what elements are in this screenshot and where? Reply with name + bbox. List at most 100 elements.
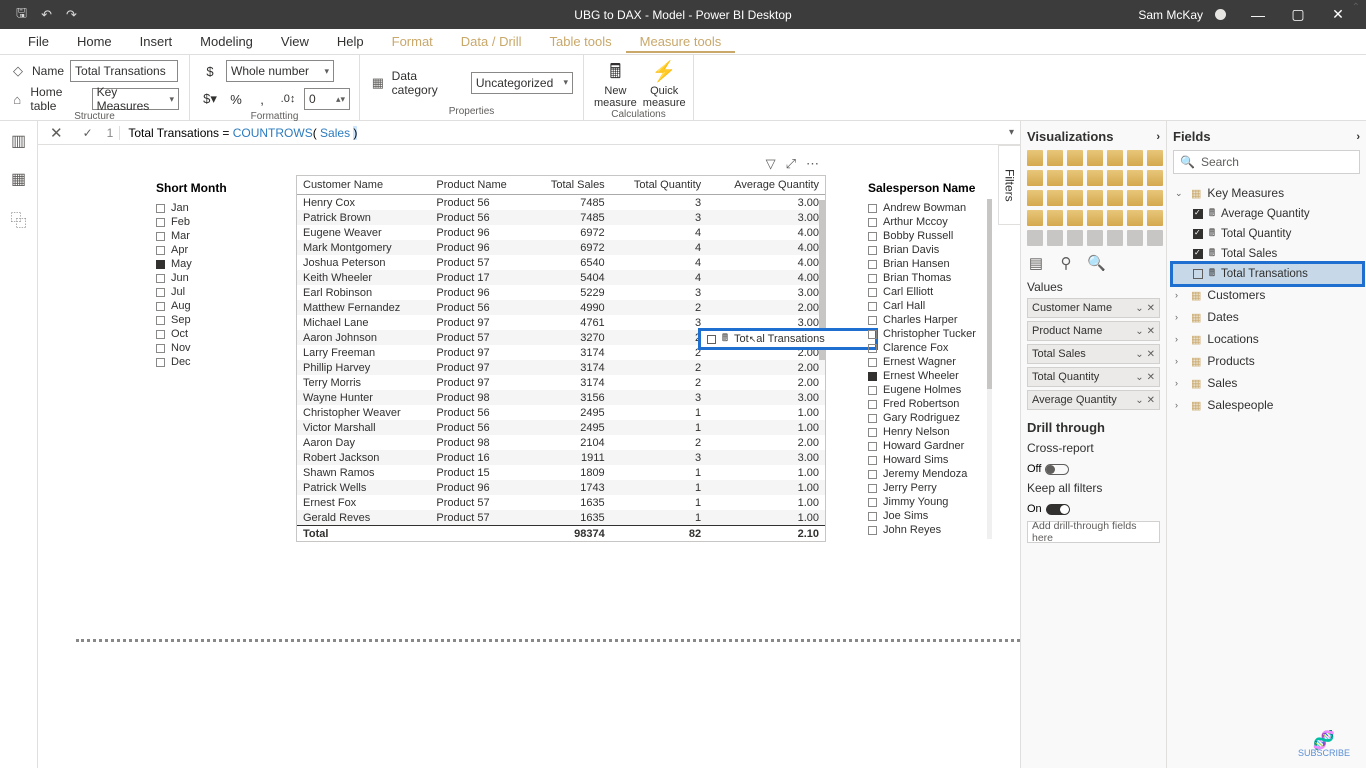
menu-view[interactable]: View [267, 30, 323, 53]
month-option[interactable]: Oct [156, 327, 227, 341]
collapse-icon[interactable]: › [1156, 131, 1160, 143]
salesperson-option[interactable]: Andrew Bowman [868, 201, 976, 215]
visual-type-icon[interactable] [1127, 170, 1143, 186]
salesperson-option[interactable]: Joe Sims [868, 509, 976, 523]
visual-type-icon[interactable] [1047, 170, 1063, 186]
month-option[interactable]: May [156, 257, 227, 271]
month-option[interactable]: Apr [156, 243, 227, 257]
remove-icon[interactable]: ✕ [1147, 303, 1155, 314]
salesperson-option[interactable]: Jimmy Young [868, 495, 976, 509]
month-option[interactable]: Jan [156, 201, 227, 215]
remove-icon[interactable]: ✕ [1147, 349, 1155, 360]
decimals-input[interactable]: 0▴▾ [304, 88, 350, 110]
checkbox-icon[interactable] [1193, 249, 1203, 259]
table-row[interactable]: Matthew FernandezProduct 56499022.00 [297, 300, 825, 315]
visual-type-icon[interactable] [1087, 150, 1103, 166]
month-option[interactable]: Dec [156, 355, 227, 369]
table-row[interactable]: Mark MontgomeryProduct 96697244.00 [297, 240, 825, 255]
formula-code[interactable]: Total Transations = COUNTROWS( Sales ) [128, 126, 1001, 140]
salesperson-option[interactable]: Brian Hansen [868, 257, 976, 271]
more-icon[interactable]: ⋯ [806, 156, 819, 172]
measure-field[interactable]: 🖩Total Sales [1173, 244, 1366, 264]
table-visual[interactable]: ▽ ⤢ ⋯ Customer NameProduct NameTotal Sal… [296, 175, 826, 542]
table-row[interactable]: Aaron DayProduct 98210422.00 [297, 435, 825, 450]
analytics-tab-icon[interactable]: 🔍 [1087, 254, 1105, 272]
menu-measuretools[interactable]: Measure tools [626, 30, 736, 53]
field-well[interactable]: Product Name⌄✕ [1027, 321, 1160, 341]
salesperson-option[interactable]: Ernest Wheeler [868, 369, 976, 383]
table-row[interactable]: Phillip HarveyProduct 97317422.00 [297, 360, 825, 375]
column-header[interactable]: Product Name [430, 176, 530, 195]
month-option[interactable]: Sep [156, 313, 227, 327]
datacat-select[interactable]: Uncategorized▾ [471, 72, 573, 94]
visual-type-icon[interactable] [1107, 230, 1123, 246]
table-row[interactable]: Earl RobinsonProduct 96522933.00 [297, 285, 825, 300]
model-view-icon[interactable]: ⿻ [10, 207, 26, 231]
visual-type-icon[interactable] [1087, 230, 1103, 246]
focus-icon[interactable]: ⤢ [786, 156, 796, 172]
column-header[interactable]: Total Quantity [611, 176, 707, 195]
measure-field[interactable]: 🖩Average Quantity [1173, 204, 1366, 224]
formula-bar[interactable]: ✕ ✓ 1 Total Transations = COUNTROWS( Sal… [38, 121, 1020, 145]
checkbox-icon[interactable] [1193, 229, 1203, 239]
visual-type-icon[interactable] [1147, 230, 1163, 246]
salesperson-option[interactable]: Brian Davis [868, 243, 976, 257]
table-row[interactable]: Henry CoxProduct 56748533.00 [297, 195, 825, 211]
filters-pane-tab[interactable]: Filters [998, 145, 1020, 225]
visual-type-icon[interactable] [1107, 150, 1123, 166]
visual-type-icon[interactable] [1067, 230, 1083, 246]
column-header[interactable]: Customer Name [297, 176, 430, 195]
data-view-icon[interactable]: ▦ [11, 169, 26, 189]
redo-icon[interactable]: ↷ [66, 7, 77, 23]
cancel-icon[interactable]: ✕ [44, 124, 69, 142]
visual-type-icon[interactable] [1147, 150, 1163, 166]
menu-datadrill[interactable]: Data / Drill [447, 30, 536, 53]
save-icon[interactable]: 🖫 [16, 4, 27, 26]
visual-type-icon[interactable] [1087, 190, 1103, 206]
month-option[interactable]: Jul [156, 285, 227, 299]
salesperson-option[interactable]: Bobby Russell [868, 229, 976, 243]
search-input[interactable]: 🔍Search [1173, 150, 1360, 174]
table-node[interactable]: ›▦Products [1173, 350, 1366, 372]
user-name[interactable]: Sam McKay [1138, 8, 1203, 22]
visual-type-icon[interactable] [1107, 190, 1123, 206]
maximize-icon[interactable]: ▢ [1278, 0, 1318, 29]
menu-help[interactable]: Help [323, 30, 378, 53]
report-view-icon[interactable]: ▥ [11, 131, 26, 151]
comma-button[interactable]: , [252, 89, 272, 109]
field-well[interactable]: Total Sales⌄✕ [1027, 344, 1160, 364]
visual-type-icon[interactable] [1147, 170, 1163, 186]
remove-icon[interactable]: ✕ [1147, 395, 1155, 406]
commit-icon[interactable]: ✓ [77, 126, 99, 140]
salesperson-option[interactable]: Gary Rodriguez [868, 411, 976, 425]
page-splitter[interactable] [76, 639, 1020, 642]
expand-formula-icon[interactable]: ▾ [1009, 127, 1014, 138]
salesperson-option[interactable]: Arthur Mccoy [868, 215, 976, 229]
salesperson-option[interactable]: Howard Sims [868, 453, 976, 467]
chevron-down-icon[interactable]: ⌄ [1135, 326, 1143, 337]
table-row[interactable]: Shawn RamosProduct 15180911.00 [297, 465, 825, 480]
slicer-scrollbar[interactable] [987, 199, 992, 539]
format-select[interactable]: Whole number▾ [226, 60, 334, 82]
table-row[interactable]: Joshua PetersonProduct 57654044.00 [297, 255, 825, 270]
table-row[interactable]: Christopher WeaverProduct 56249511.00 [297, 405, 825, 420]
currency-button[interactable]: $▾ [200, 89, 220, 109]
drillthrough-well[interactable]: Add drill-through fields here [1027, 521, 1160, 543]
visual-type-icon[interactable] [1067, 210, 1083, 226]
menu-home[interactable]: Home [63, 30, 126, 53]
visual-type-icon[interactable] [1147, 190, 1163, 206]
keep-filters-toggle[interactable]: On [1027, 503, 1070, 515]
measure-field[interactable]: 🖩Total Transations [1173, 264, 1362, 284]
chevron-down-icon[interactable]: ⌄ [1135, 349, 1143, 360]
filter-icon[interactable]: ▽ [766, 156, 776, 172]
minimize-icon[interactable]: — [1238, 0, 1278, 29]
table-row[interactable]: Patrick WellsProduct 96174311.00 [297, 480, 825, 495]
month-option[interactable]: Mar [156, 229, 227, 243]
visual-gallery[interactable] [1027, 150, 1160, 246]
table-node[interactable]: ›▦Dates [1173, 306, 1366, 328]
visual-type-icon[interactable] [1027, 230, 1043, 246]
month-slicer[interactable]: Short Month JanFebMarAprMayJunJulAugSepO… [156, 181, 227, 369]
chevron-down-icon[interactable]: ⌄ [1135, 303, 1143, 314]
drag-field-chip[interactable]: 🖩 Tot↖al Transations [698, 328, 878, 350]
collapse-icon[interactable]: › [1356, 131, 1360, 143]
